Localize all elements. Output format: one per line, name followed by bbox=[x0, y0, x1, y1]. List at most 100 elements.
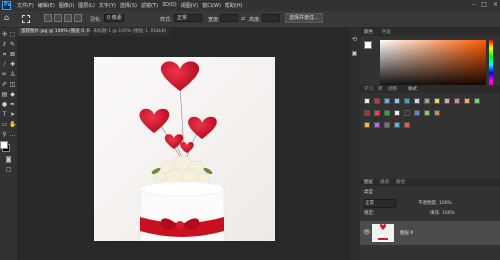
color-foreground-swatch[interactable] bbox=[364, 41, 372, 49]
style-swatch[interactable] bbox=[374, 122, 380, 128]
style-swatch[interactable] bbox=[374, 110, 380, 116]
style-swatch[interactable] bbox=[434, 110, 440, 116]
style-swatch[interactable] bbox=[464, 98, 470, 104]
tab-styles[interactable]: 样式 bbox=[408, 86, 417, 92]
maximize-icon[interactable]: □ bbox=[481, 1, 487, 8]
pen-icon[interactable]: ✒ bbox=[9, 101, 16, 108]
healing-icon[interactable]: ✚ bbox=[9, 61, 16, 68]
menu-view[interactable]: 视图(V) bbox=[181, 2, 198, 9]
subtract-selection-icon[interactable] bbox=[64, 14, 72, 22]
blend-mode-select[interactable]: 正常 bbox=[364, 199, 396, 208]
height-field[interactable] bbox=[262, 14, 280, 22]
marquee-tool-preset-icon[interactable] bbox=[22, 15, 30, 23]
gradient-icon[interactable]: ▤ bbox=[1, 91, 8, 98]
blur-icon[interactable]: ◆ bbox=[9, 91, 16, 98]
crop-icon[interactable]: ⌗ bbox=[1, 51, 8, 58]
style-swatch[interactable] bbox=[364, 122, 370, 128]
menu-layer[interactable]: 图层(L) bbox=[78, 2, 95, 9]
style-swatch[interactable] bbox=[364, 98, 370, 104]
history-brush-icon[interactable]: ✐ bbox=[1, 81, 8, 88]
opacity-value[interactable]: 100% bbox=[439, 201, 452, 206]
style-swatch[interactable] bbox=[404, 122, 410, 128]
history-panel-icon[interactable]: ⟲ bbox=[351, 36, 358, 43]
new-selection-icon[interactable] bbox=[44, 14, 52, 22]
foreground-color-swatch[interactable] bbox=[0, 141, 8, 149]
style-swatch[interactable] bbox=[364, 110, 370, 116]
tab-layers[interactable]: 图层 bbox=[364, 179, 373, 185]
menu-filter[interactable]: 滤镜(T) bbox=[141, 2, 158, 9]
style-swatch[interactable] bbox=[404, 98, 410, 104]
style-swatch[interactable] bbox=[414, 98, 420, 104]
menu-3d[interactable]: 3D(D) bbox=[162, 2, 177, 9]
style-swatch[interactable] bbox=[414, 110, 420, 116]
style-swatch[interactable] bbox=[424, 98, 430, 104]
stamp-icon[interactable]: ♙ bbox=[9, 71, 16, 78]
width-field[interactable] bbox=[220, 14, 238, 22]
rectangle-icon[interactable]: ▭ bbox=[1, 121, 8, 128]
select-and-mask-button[interactable]: 选择并遮住... bbox=[285, 13, 323, 23]
layer-filter[interactable]: 类型 bbox=[364, 189, 373, 195]
swap-icon[interactable]: ⇄ bbox=[241, 16, 245, 22]
eyedropper-icon[interactable]: ⁄ bbox=[1, 61, 8, 68]
tab-untitled[interactable]: 未标题-1 @ 100% (图层 1, RGB/8) bbox=[90, 28, 170, 36]
style-swatch[interactable] bbox=[394, 122, 400, 128]
color-picker-field[interactable] bbox=[380, 40, 486, 89]
tab-learn[interactable]: 学习 bbox=[364, 86, 373, 92]
tab-adjustments[interactable]: 调整 bbox=[388, 86, 397, 92]
menu-file[interactable]: 文件(F) bbox=[17, 2, 34, 9]
path-select-icon[interactable]: ➤ bbox=[9, 111, 16, 118]
screen-mode-icon[interactable]: ▢ bbox=[5, 166, 12, 173]
style-swatch[interactable] bbox=[424, 110, 430, 116]
layer-name[interactable]: 图层 0 bbox=[400, 230, 413, 236]
style-swatch[interactable] bbox=[434, 98, 440, 104]
style-swatch[interactable] bbox=[454, 98, 460, 104]
menu-image[interactable]: 图像(I) bbox=[59, 2, 74, 9]
move-icon[interactable]: ✣ bbox=[1, 31, 8, 38]
style-select[interactable]: 正常 bbox=[174, 14, 202, 22]
home-icon[interactable]: ⌂ bbox=[4, 14, 12, 22]
dodge-icon[interactable]: ● bbox=[1, 101, 8, 108]
close-icon[interactable]: × bbox=[493, 1, 498, 8]
brush-icon[interactable]: ✏ bbox=[1, 71, 8, 78]
fill-value[interactable]: 100% bbox=[442, 211, 455, 216]
menu-window[interactable]: 窗口(W) bbox=[202, 2, 221, 9]
lasso-icon[interactable]: ℓ bbox=[1, 41, 8, 48]
document-canvas[interactable] bbox=[94, 57, 275, 241]
minimize-icon[interactable]: – bbox=[472, 1, 475, 8]
eraser-icon[interactable]: ◫ bbox=[9, 81, 16, 88]
tab-color[interactable]: 颜色 bbox=[364, 29, 373, 35]
style-swatch[interactable] bbox=[474, 98, 480, 104]
style-swatch[interactable] bbox=[384, 98, 390, 104]
tab-cake[interactable]: 蛋糕图片.jpg @ 100% (图层 0, RGB/8#) bbox=[18, 28, 107, 36]
menu-type[interactable]: 文字(Y) bbox=[99, 2, 116, 9]
style-swatch[interactable] bbox=[394, 110, 400, 116]
more-icon[interactable]: … bbox=[9, 131, 16, 138]
feather-field[interactable]: 0 像素 bbox=[104, 14, 124, 22]
zoom-icon[interactable]: ⚲ bbox=[1, 131, 8, 138]
tab-paths[interactable]: 路径 bbox=[396, 179, 405, 185]
style-swatch[interactable] bbox=[394, 98, 400, 104]
marquee-icon[interactable]: ⬚ bbox=[9, 31, 16, 38]
style-swatch[interactable] bbox=[384, 122, 390, 128]
tab-libraries[interactable]: 库 bbox=[378, 86, 383, 92]
hand-icon[interactable]: ✋ bbox=[9, 121, 16, 128]
style-swatch[interactable] bbox=[444, 98, 450, 104]
style-swatch[interactable] bbox=[374, 98, 380, 104]
properties-panel-icon[interactable]: ▣ bbox=[351, 50, 358, 57]
visibility-icon[interactable]: 👁 bbox=[363, 229, 371, 236]
tab-channels[interactable]: 通道 bbox=[380, 179, 389, 185]
menu-select[interactable]: 选择(S) bbox=[120, 2, 137, 9]
layer-row[interactable]: 👁 图层 0 bbox=[360, 221, 500, 245]
intersect-selection-icon[interactable] bbox=[74, 14, 82, 22]
tab-swatches[interactable]: 色板 bbox=[382, 29, 391, 35]
quick-mask-icon[interactable]: ◙ bbox=[5, 156, 12, 163]
add-selection-icon[interactable] bbox=[54, 14, 62, 22]
style-swatch[interactable] bbox=[384, 110, 390, 116]
type-icon[interactable]: T bbox=[1, 111, 8, 118]
menu-help[interactable]: 帮助(H) bbox=[225, 2, 243, 9]
style-swatch[interactable] bbox=[404, 110, 410, 116]
frame-icon[interactable]: ⊠ bbox=[9, 51, 16, 58]
hue-slider[interactable] bbox=[489, 40, 493, 89]
menu-edit[interactable]: 编辑(E) bbox=[38, 2, 55, 9]
quick-select-icon[interactable]: ✎ bbox=[9, 41, 16, 48]
